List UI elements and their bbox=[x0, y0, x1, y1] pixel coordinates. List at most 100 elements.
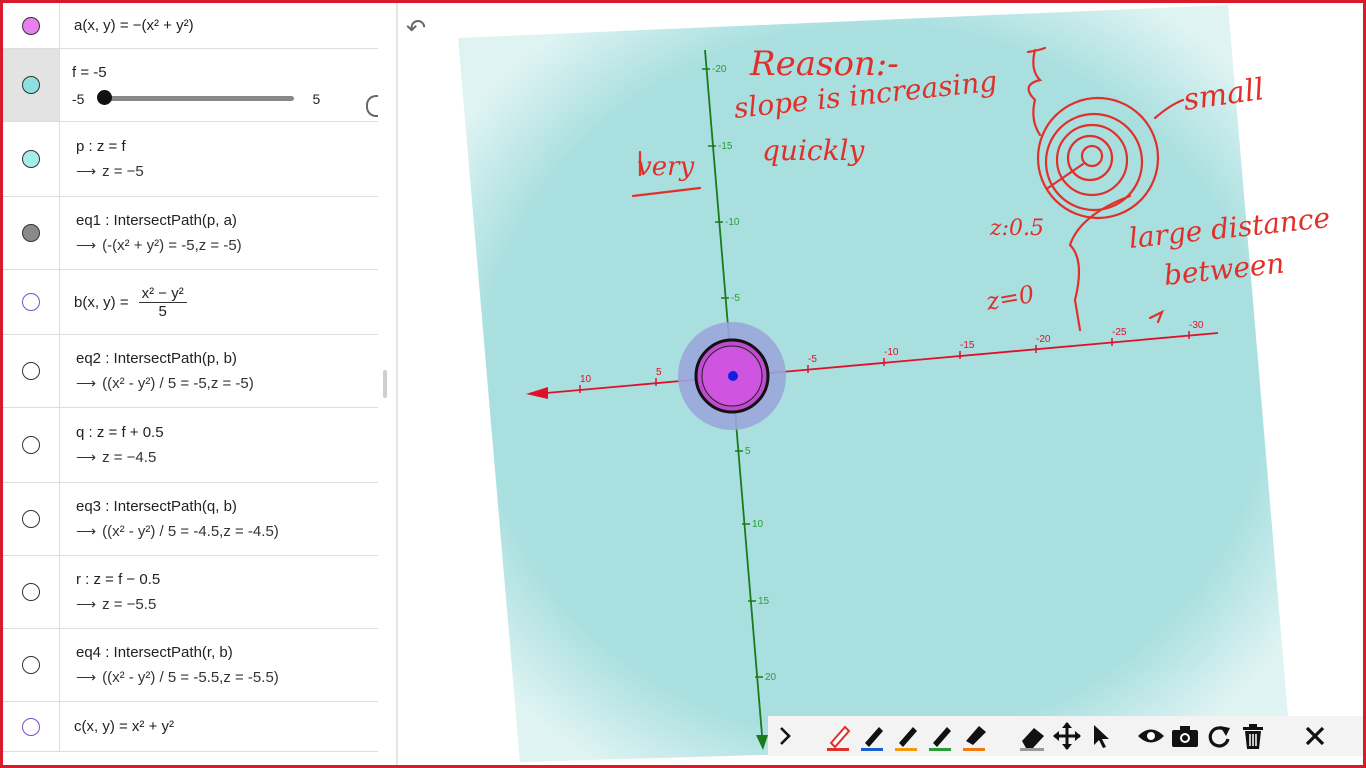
visibility-marble[interactable] bbox=[22, 293, 40, 311]
pen-toolbar bbox=[768, 716, 1364, 756]
move-icon[interactable] bbox=[1050, 718, 1084, 754]
algebra-row-eq4[interactable]: eq4 : IntersectPath(r, b) ⟶ ((x² - y²) / … bbox=[3, 629, 378, 702]
visibility-marble[interactable] bbox=[22, 583, 40, 601]
algebra-row-r[interactable]: r : z = f − 0.5 ⟶ z = −5.5 bbox=[3, 556, 378, 629]
ink-quickly: quickly bbox=[762, 134, 866, 167]
row-content: q : z = f + 0.5 ⟶ z = −4.5 bbox=[60, 408, 378, 482]
row-content: eq3 : IntersectPath(q, b) ⟶ ((x² - y²) / … bbox=[60, 483, 378, 555]
close-icon[interactable] bbox=[1298, 718, 1332, 754]
y-tick-label: 5 bbox=[745, 446, 751, 457]
y-tick-label: -20 bbox=[712, 64, 727, 75]
pen-green-icon[interactable] bbox=[924, 718, 958, 754]
slider-track[interactable] bbox=[97, 90, 295, 105]
camera-icon[interactable] bbox=[1168, 718, 1202, 754]
row-content: r : z = f − 0.5 ⟶ z = −5.5 bbox=[60, 556, 378, 628]
output-line: ⟶ z = −4.5 bbox=[76, 449, 378, 466]
panel-resize-handle[interactable] bbox=[383, 370, 387, 398]
row-content: b(x, y) = x² − y² 5 bbox=[60, 270, 378, 334]
visibility-toggle-cell bbox=[3, 408, 60, 482]
eye-icon[interactable] bbox=[1134, 718, 1168, 754]
highlighter-icon[interactable] bbox=[958, 718, 992, 754]
visibility-toggle-cell bbox=[3, 556, 60, 628]
y-tick-label: -15 bbox=[718, 141, 733, 152]
output-value: ((x² - y²) / 5 = -4.5,z = -4.5) bbox=[102, 523, 279, 540]
eraser-icon[interactable] bbox=[1016, 718, 1050, 754]
visibility-toggle-cell bbox=[3, 3, 60, 48]
definition: f = -5 bbox=[72, 63, 107, 81]
algebra-row-a[interactable]: a(x, y) = −(x² + y²) bbox=[3, 3, 378, 49]
x-tick-label: -25 bbox=[1112, 327, 1127, 338]
play-icon[interactable] bbox=[366, 95, 378, 117]
algebra-row-p[interactable]: p : z = f ⟶ z = −5 bbox=[3, 122, 378, 197]
output-line: ⟶ ((x² - y²) / 5 = -4.5,z = -4.5) bbox=[76, 523, 378, 540]
visibility-marble[interactable] bbox=[22, 16, 40, 35]
pen-blue-icon[interactable] bbox=[856, 718, 890, 754]
output-arrow-icon: ⟶ bbox=[76, 669, 97, 685]
visibility-marble[interactable] bbox=[22, 76, 40, 94]
visibility-marble[interactable] bbox=[22, 362, 40, 380]
y-tick-label: -10 bbox=[725, 217, 740, 228]
origin-point[interactable] bbox=[728, 371, 738, 381]
fraction-numerator: x² − y² bbox=[138, 285, 187, 303]
x-tick-label: -15 bbox=[960, 340, 975, 351]
ink-z05: z:0.5 bbox=[989, 216, 1044, 241]
row-content: f = -5 -5 5 bbox=[60, 49, 378, 121]
row-content: p : z = f ⟶ z = −5 bbox=[60, 122, 378, 196]
chevron-right-icon[interactable] bbox=[768, 718, 802, 754]
undo-icon[interactable]: ↶ bbox=[406, 14, 426, 43]
output-arrow-icon: ⟶ bbox=[76, 449, 97, 465]
definition: c(x, y) = x² + y² bbox=[74, 718, 175, 735]
x-tick-label: -5 bbox=[808, 354, 817, 365]
output-line: ⟶ ((x² - y²) / 5 = -5,z = -5) bbox=[76, 375, 378, 392]
definition: eq2 : IntersectPath(p, b) bbox=[76, 350, 237, 367]
algebra-row-q[interactable]: q : z = f + 0.5 ⟶ z = −4.5 bbox=[3, 408, 378, 483]
definition: p : z = f bbox=[76, 138, 126, 155]
definition: eq1 : IntersectPath(p, a) bbox=[76, 212, 237, 229]
algebra-row-eq2[interactable]: eq2 : IntersectPath(p, b) ⟶ ((x² - y²) / … bbox=[3, 335, 378, 408]
definition: r : z = f − 0.5 bbox=[76, 571, 161, 588]
visibility-marble[interactable] bbox=[22, 224, 40, 242]
row-content: a(x, y) = −(x² + y²) bbox=[60, 3, 378, 48]
visibility-toggle-cell bbox=[3, 122, 60, 196]
trash-icon[interactable] bbox=[1236, 718, 1270, 754]
slider-max: 5 bbox=[312, 90, 321, 107]
fraction-denominator: 5 bbox=[158, 302, 167, 320]
x-tick-label: -10 bbox=[884, 347, 899, 358]
row-content: eq2 : IntersectPath(p, b) ⟶ ((x² - y²) / … bbox=[60, 335, 378, 407]
output-arrow-icon: ⟶ bbox=[76, 523, 97, 539]
visibility-marble[interactable] bbox=[22, 510, 40, 528]
algebra-row-f-slider[interactable]: f = -5 -5 5 bbox=[3, 49, 378, 122]
output-line: ⟶ z = −5.5 bbox=[76, 596, 378, 613]
visibility-toggle-cell bbox=[3, 335, 60, 407]
graphics-3d-view[interactable]: -20 -15 -10 -5 5 10 15 20 10 5 -5 -10 -15 -20 -25 -30 bbox=[398, 3, 1363, 765]
slider-min: -5 bbox=[72, 90, 85, 107]
output-arrow-icon: ⟶ bbox=[76, 596, 97, 612]
algebra-row-eq3[interactable]: eq3 : IntersectPath(q, b) ⟶ ((x² - y²) / … bbox=[3, 483, 378, 556]
algebra-row-b[interactable]: b(x, y) = x² − y² 5 bbox=[3, 270, 378, 335]
slider-knob[interactable] bbox=[97, 90, 113, 105]
x-tick-label: -30 bbox=[1189, 320, 1204, 331]
visibility-marble[interactable] bbox=[22, 150, 40, 168]
output-value: z = −5.5 bbox=[102, 596, 157, 613]
pen-orange-icon[interactable] bbox=[890, 718, 924, 754]
x-tick-label: -20 bbox=[1036, 334, 1051, 345]
pointer-icon[interactable] bbox=[1084, 718, 1118, 754]
pen-red-icon[interactable] bbox=[822, 718, 856, 754]
algebra-row-c[interactable]: c(x, y) = x² + y² bbox=[3, 702, 378, 752]
output-value: z = −5 bbox=[102, 163, 144, 180]
output-arrow-icon: ⟶ bbox=[76, 375, 97, 391]
y-tick-label: 15 bbox=[758, 596, 770, 607]
visibility-marble[interactable] bbox=[22, 436, 40, 454]
output-arrow-icon: ⟶ bbox=[76, 163, 97, 179]
fraction: x² − y² 5 bbox=[138, 285, 187, 320]
visibility-marble[interactable] bbox=[22, 656, 40, 674]
algebra-row-eq1[interactable]: eq1 : IntersectPath(p, a) ⟶ (-(x² + y²) =… bbox=[3, 197, 378, 270]
output-line: ⟶ z = −5 bbox=[76, 163, 378, 180]
definition: eq4 : IntersectPath(r, b) bbox=[76, 644, 233, 661]
definition: q : z = f + 0.5 bbox=[76, 424, 164, 441]
output-value: (-(x² + y²) = -5,z = -5) bbox=[102, 237, 242, 254]
y-tick-label: 20 bbox=[765, 672, 777, 683]
row-content: eq1 : IntersectPath(p, a) ⟶ (-(x² + y²) =… bbox=[60, 197, 378, 269]
redo-icon[interactable] bbox=[1202, 718, 1236, 754]
visibility-marble[interactable] bbox=[22, 717, 40, 736]
